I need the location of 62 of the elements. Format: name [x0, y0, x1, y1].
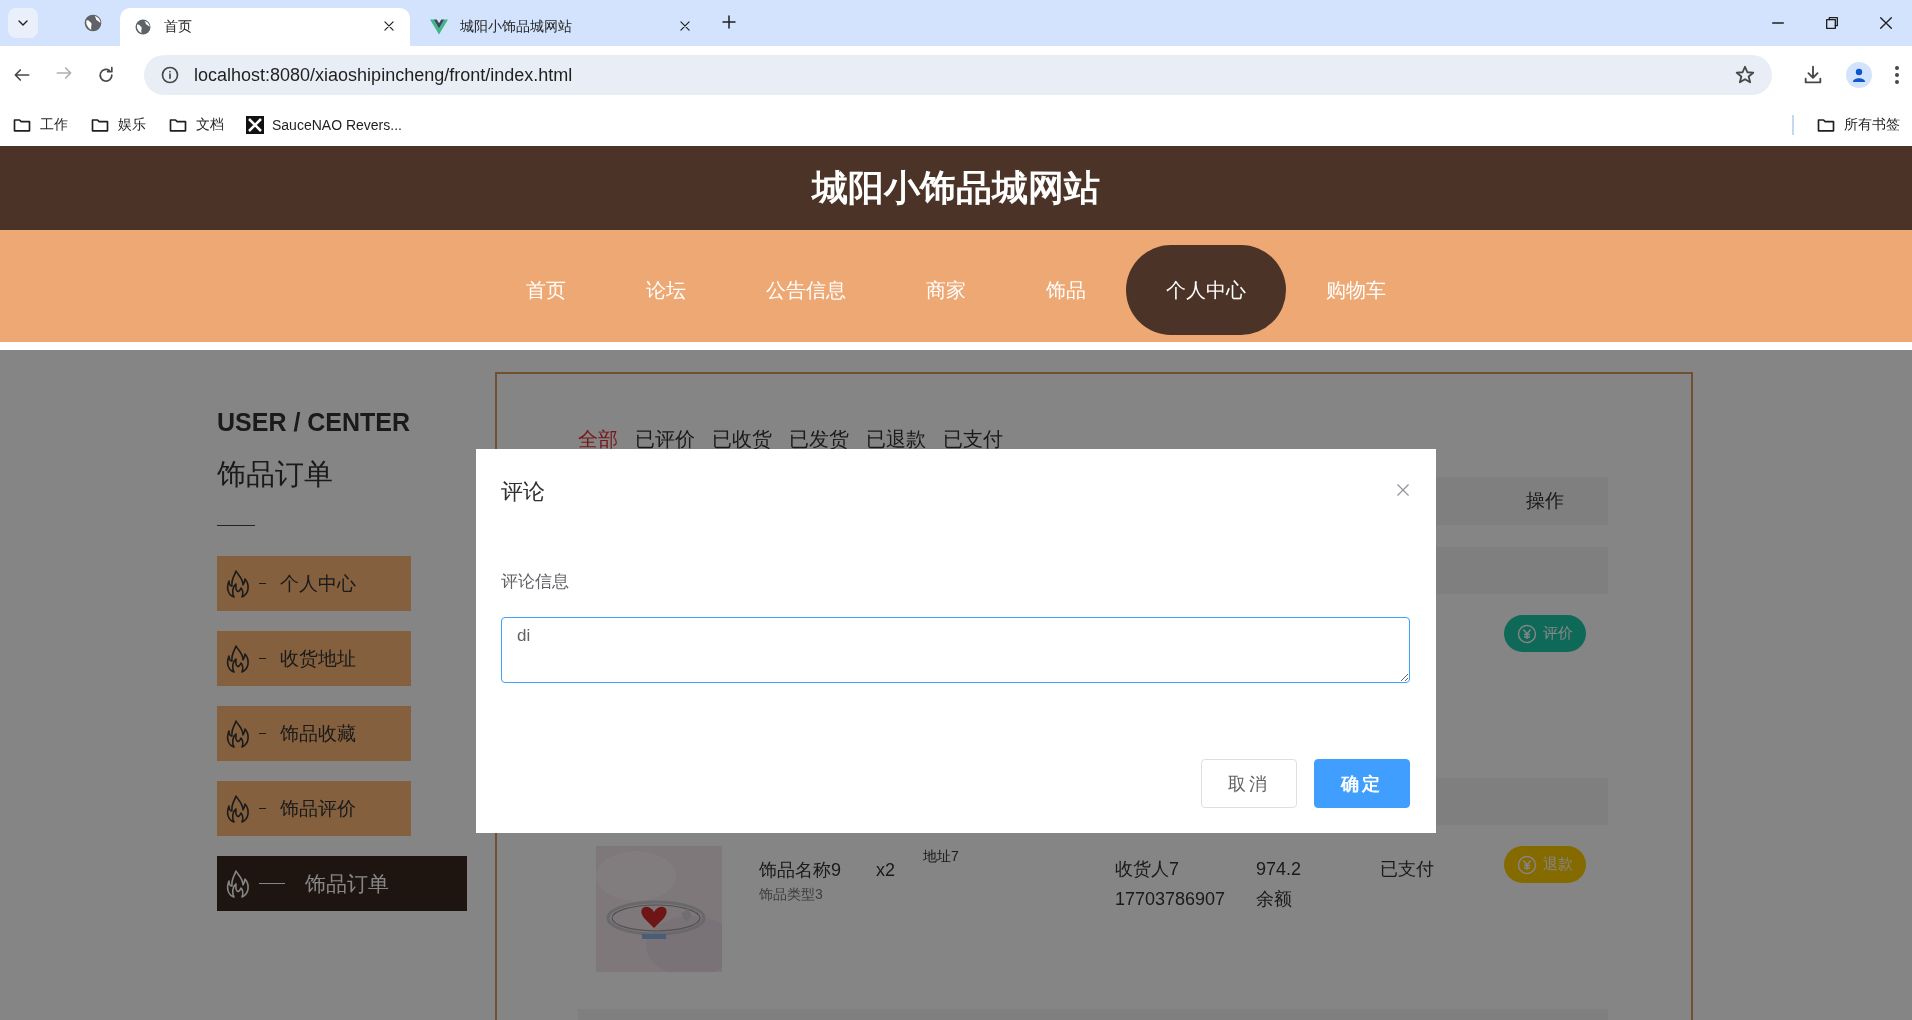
- globe-icon: [134, 18, 152, 36]
- bookmark[interactable]: 娱乐: [90, 115, 146, 135]
- confirm-button[interactable]: 确定: [1314, 759, 1410, 808]
- dialog-title: 评论: [501, 478, 545, 506]
- payment-method: 余额: [1256, 888, 1293, 911]
- sidebar-item[interactable]: 饰品评价: [217, 781, 411, 836]
- bookmark[interactable]: 文档: [168, 115, 224, 135]
- bookmark[interactable]: 所有书签: [1816, 115, 1900, 135]
- flame-icon: [225, 868, 251, 899]
- yen-circle-icon: [1517, 854, 1537, 875]
- close-icon: [1396, 483, 1410, 497]
- nav-link[interactable]: 个人中心: [1126, 245, 1286, 335]
- close-icon[interactable]: [382, 18, 396, 33]
- address-bar[interactable]: localhost:8080/xiaoshipincheng/front/index.html: [144, 55, 1772, 95]
- star-icon[interactable]: [1734, 64, 1756, 86]
- comment-field[interactable]: di: [501, 617, 1410, 683]
- phone-number: 17703786907: [1115, 888, 1227, 911]
- close-icon[interactable]: [678, 18, 692, 33]
- section-title: 饰品订单: [217, 457, 334, 492]
- sidebar-item[interactable]: 饰品订单: [217, 856, 467, 911]
- menu-icon[interactable]: [1894, 65, 1900, 85]
- browser-tab[interactable]: 首页: [120, 8, 410, 46]
- filter-tab[interactable]: 已支付: [943, 426, 1003, 453]
- close-icon[interactable]: [1878, 15, 1894, 31]
- filter-tab[interactable]: 已收货: [712, 426, 772, 453]
- sidebar-item[interactable]: 个人中心: [217, 556, 411, 611]
- sidebar-item[interactable]: 饰品收藏: [217, 706, 411, 761]
- product-name: 饰品名称9: [759, 859, 842, 882]
- product-type: 饰品类型3: [759, 886, 824, 904]
- filter-tab[interactable]: 已评价: [635, 426, 695, 453]
- section-heading: USER / CENTER: [217, 408, 412, 437]
- yen-circle-icon: [1517, 623, 1537, 644]
- reload-icon[interactable]: [96, 65, 116, 85]
- address: 地址7: [923, 848, 960, 866]
- browser-tab[interactable]: 城阳小饰品城网站: [416, 8, 706, 46]
- field-label: 评论信息: [501, 571, 569, 593]
- filter-tab[interactable]: 已退款: [866, 426, 926, 453]
- x-box-icon: [246, 116, 264, 134]
- filter-tab[interactable]: 全部: [578, 426, 618, 453]
- column-header: 操作: [1525, 489, 1565, 513]
- flame-icon: [225, 718, 251, 749]
- flame-icon: [225, 793, 251, 824]
- profile-button[interactable]: [1846, 62, 1872, 88]
- site-title: 城阳小饰品城网站: [812, 165, 1100, 210]
- sidebar-item[interactable]: 收货地址: [217, 631, 411, 686]
- info-icon: [160, 65, 180, 85]
- v-logo-icon: [430, 18, 448, 36]
- receiver-name: 收货人7: [1115, 858, 1180, 881]
- quantity: x2: [876, 860, 896, 881]
- globe-icon: [83, 13, 103, 33]
- person-icon: [1851, 67, 1867, 83]
- bookmark[interactable]: 工作: [12, 115, 68, 135]
- cancel-button[interactable]: 取消: [1201, 759, 1297, 808]
- price: 974.2: [1256, 858, 1303, 881]
- order-status: 已支付: [1380, 858, 1435, 881]
- restore-icon[interactable]: [1824, 15, 1840, 31]
- filter-tab[interactable]: 已发货: [789, 426, 849, 453]
- download-icon[interactable]: [1802, 64, 1824, 86]
- flame-icon: [225, 643, 251, 674]
- flame-icon: [225, 568, 251, 599]
- bookmark[interactable]: SauceNAO Revers...: [246, 116, 402, 134]
- plus-icon[interactable]: [720, 13, 738, 31]
